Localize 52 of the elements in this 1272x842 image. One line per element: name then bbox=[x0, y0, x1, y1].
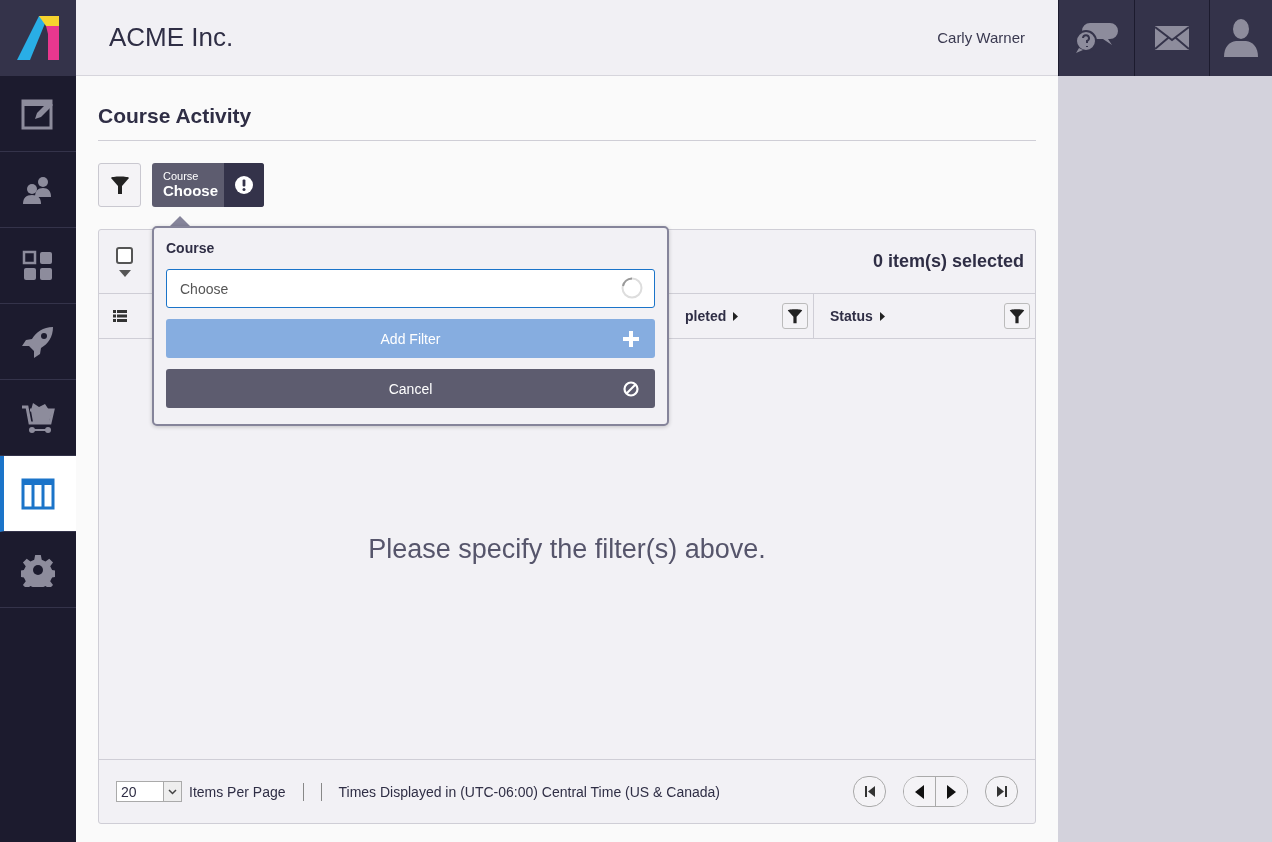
mail-icon bbox=[1154, 26, 1189, 50]
course-field[interactable]: Choose bbox=[166, 269, 655, 308]
last-page-icon bbox=[996, 786, 1007, 797]
chevron-down-icon bbox=[168, 788, 177, 795]
plus-icon bbox=[623, 330, 639, 347]
column-filter-button[interactable] bbox=[1004, 303, 1030, 329]
user-name[interactable]: Carly Warner bbox=[937, 29, 1025, 46]
page-size-label: Items Per Page bbox=[189, 783, 286, 800]
cancel-icon bbox=[623, 380, 639, 397]
caret-icon[interactable] bbox=[118, 269, 131, 277]
column-list-icon[interactable] bbox=[113, 310, 127, 322]
table-icon bbox=[21, 476, 55, 511]
last-page-button[interactable] bbox=[985, 776, 1018, 807]
profile-button[interactable] bbox=[1209, 0, 1272, 76]
previous-icon bbox=[915, 784, 924, 799]
timezone-note: Times Displayed in (UTC-06:00) Central Time (US & Canada) bbox=[338, 783, 720, 800]
page-title: Course Activity bbox=[98, 76, 1036, 141]
next-page-button[interactable] bbox=[935, 777, 967, 806]
next-icon bbox=[947, 784, 956, 799]
page-size-select[interactable]: 20 bbox=[116, 781, 182, 802]
first-page-button[interactable] bbox=[853, 776, 886, 807]
tiles-icon bbox=[21, 248, 55, 283]
cart-icon bbox=[21, 400, 55, 435]
select-all-checkbox[interactable] bbox=[116, 246, 133, 264]
filter-button[interactable] bbox=[98, 163, 141, 207]
filter-icon bbox=[1009, 308, 1025, 324]
selection-count: 0 item(s) selected bbox=[872, 251, 1024, 272]
warning-icon bbox=[235, 176, 253, 194]
company-name: ACME Inc. bbox=[109, 22, 234, 53]
filter-icon bbox=[787, 308, 803, 324]
mail-button[interactable] bbox=[1133, 0, 1209, 76]
column-filter-button[interactable] bbox=[782, 303, 808, 329]
loading-spinner-icon bbox=[621, 277, 643, 299]
settings-icon bbox=[21, 552, 55, 587]
chip-label: Course bbox=[163, 170, 200, 182]
chip-value: Choose bbox=[163, 182, 218, 199]
cancel-button[interactable]: Cancel bbox=[166, 369, 655, 408]
nav-item[interactable] bbox=[0, 456, 76, 532]
chat-help-icon bbox=[1074, 21, 1119, 55]
sort-arrow-icon[interactable] bbox=[879, 311, 885, 321]
popover-title: Course bbox=[166, 240, 216, 256]
empty-message: Please specify the filter(s) above. bbox=[368, 533, 766, 565]
rocket-icon bbox=[21, 324, 55, 359]
column-header[interactable]: Status bbox=[830, 308, 873, 324]
sort-arrow-icon[interactable] bbox=[733, 311, 739, 321]
filter-icon bbox=[109, 175, 130, 195]
column-header[interactable]: pleted bbox=[685, 308, 727, 324]
person-icon bbox=[1224, 19, 1258, 57]
filter-chip[interactable]: Course Choose bbox=[152, 163, 264, 207]
logo-icon[interactable] bbox=[17, 16, 59, 60]
help-chat-button[interactable] bbox=[1058, 0, 1134, 76]
first-page-icon bbox=[864, 786, 875, 797]
